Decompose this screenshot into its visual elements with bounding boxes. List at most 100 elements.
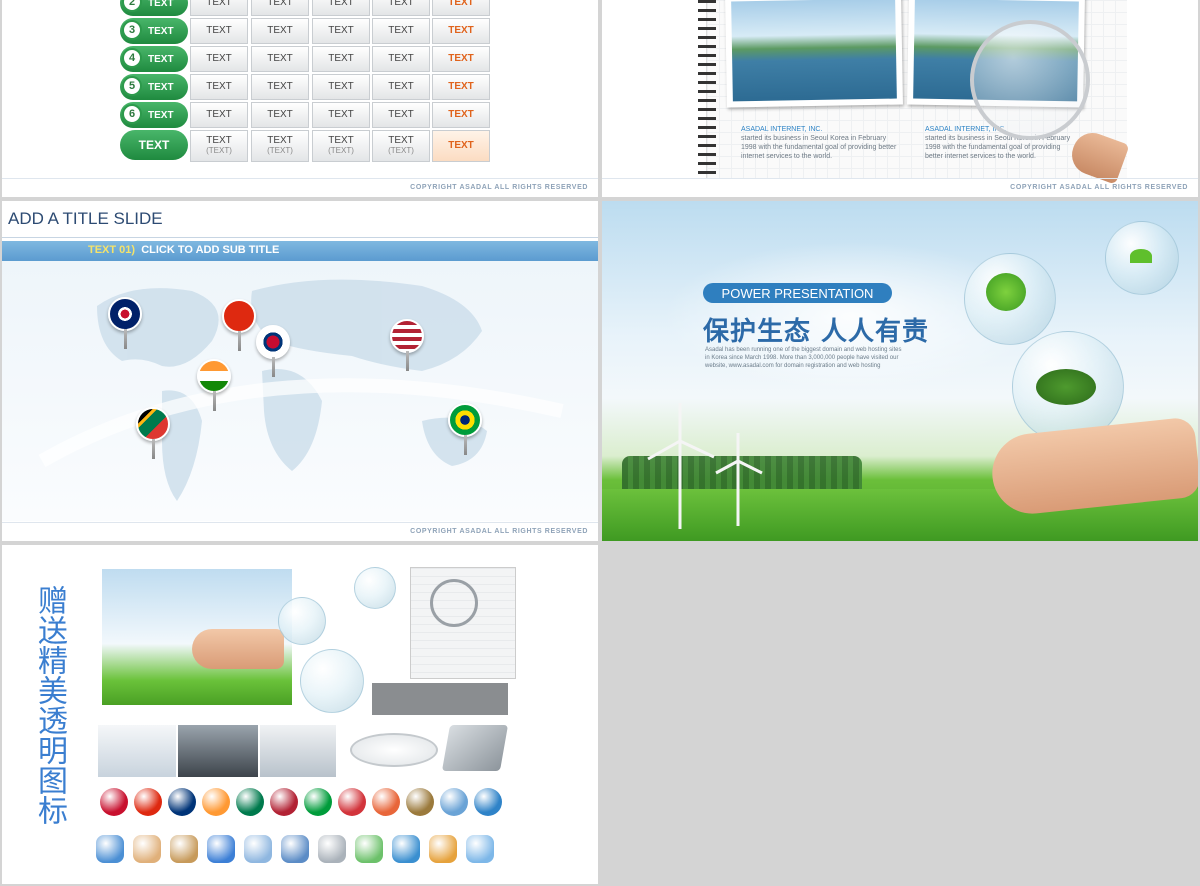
table-cell: TEXT <box>190 102 248 128</box>
copyright-text: COPYRIGHT ASADAL ALL RIGHTS RESERVED <box>410 528 588 535</box>
slide-thumbnail-5[interactable]: 赠送精美透明图标 <box>2 545 598 884</box>
office-worker-photo <box>260 725 336 777</box>
support-icon <box>96 835 124 863</box>
table-cell: TEXT <box>312 102 370 128</box>
table-cell: TEXT <box>372 74 430 100</box>
body-text: Asadal has been running one of the bigge… <box>705 347 902 369</box>
row-label: TEXT <box>148 0 174 9</box>
row-label-pill: TEXT <box>120 130 188 160</box>
footer-line <box>2 178 598 179</box>
table-cell: TEXT <box>432 74 490 100</box>
row-number: 6 <box>122 104 142 124</box>
table-cell: TEXT <box>372 0 430 16</box>
row-label-pill: 5 TEXT <box>120 74 188 100</box>
user-icon <box>133 835 161 863</box>
cell-main-text: TEXT <box>388 135 414 146</box>
table-cell: TEXT <box>432 102 490 128</box>
footer-line <box>602 178 1198 179</box>
table-cell: TEXT <box>312 18 370 44</box>
refresh-icon <box>372 788 400 816</box>
magnifier-icon <box>970 20 1090 140</box>
row-label: TEXT <box>148 53 174 65</box>
power-presentation-badge: POWER PRESENTATION <box>703 283 892 303</box>
pushpin-icon <box>338 788 366 816</box>
notebook-spiral <box>698 0 716 178</box>
tree-bubble <box>300 649 364 713</box>
slide-thumbnail-4[interactable]: POWER PRESENTATION 保护生态 人人有责 Asadal has … <box>602 201 1198 541</box>
india-flag-pin <box>197 359 231 411</box>
usa-flag-icon <box>270 788 298 816</box>
uk-flag-icon <box>100 788 128 816</box>
slide-thumbnail-1[interactable]: 2 TEXT TEXT TEXT TEXT TEXT TEXT 3 TEXT TEXT T… <box>2 0 598 197</box>
row-label-pill: 2 TEXT <box>120 0 188 16</box>
table-cell: TEXT (TEXT) <box>372 130 430 162</box>
table-cell: TEXT (TEXT) <box>251 130 309 162</box>
brazil-flag-icon <box>304 788 332 816</box>
recycle-bin-icon <box>392 835 420 863</box>
uk-flag-pin <box>108 297 142 349</box>
china-flag-pin <box>222 299 256 351</box>
users-icon <box>207 835 235 863</box>
mailbox-icon <box>474 788 502 816</box>
row-number: 3 <box>122 20 142 40</box>
table-cell: TEXT <box>251 74 309 100</box>
slide-title: ADD A TITLE SLIDE <box>8 209 163 228</box>
signpost-icon <box>406 788 434 816</box>
cell-sub-text: (TEXT) <box>206 146 232 155</box>
magnifier-icon <box>430 579 478 627</box>
table-cell: TEXT (TEXT) <box>190 130 248 162</box>
copyright-text: COPYRIGHT ASADAL ALL RIGHTS RESERVED <box>410 184 588 191</box>
handshake-photo <box>178 725 258 777</box>
south-africa-flag-pin <box>136 407 170 459</box>
monitor-icon <box>440 788 468 816</box>
footer-line <box>2 522 598 523</box>
laptop-icon <box>441 725 509 771</box>
slide-thumbnail-2[interactable]: ASADAL INTERNET, INC. started its busines… <box>602 0 1198 197</box>
table-cell: TEXT <box>251 102 309 128</box>
cell-sub-text: (TEXT) <box>388 146 414 155</box>
sprout-bubble <box>354 567 396 609</box>
cell-main-text: TEXT <box>206 135 232 146</box>
copyright-text: COPYRIGHT ASADAL ALL RIGHTS RESERVED <box>1010 184 1188 191</box>
row-number: 4 <box>122 48 142 68</box>
glass-plate-icon <box>350 733 438 767</box>
row-label-pill: 6 TEXT <box>120 102 188 128</box>
headline: 保护生态 人人有责 <box>703 317 930 347</box>
table-cell: TEXT <box>190 0 248 16</box>
table-row: 5 TEXT TEXT TEXT TEXT TEXT TEXT <box>120 74 500 100</box>
cell-sub-text: (TEXT) <box>267 146 293 155</box>
row-label: TEXT <box>148 25 174 37</box>
sprout-icon <box>1130 249 1152 263</box>
row-number: 5 <box>122 76 142 96</box>
business-people-photo <box>98 725 176 777</box>
south-africa-flag-icon <box>236 788 264 816</box>
brazil-flag-pin <box>448 403 482 455</box>
title-underline <box>2 237 598 238</box>
tree-icon <box>1036 369 1096 405</box>
table-cell: TEXT <box>251 18 309 44</box>
sprout-icon <box>986 273 1026 311</box>
table-row: 6 TEXT TEXT TEXT TEXT TEXT TEXT <box>120 102 500 128</box>
usa-flag-pin <box>390 319 424 371</box>
india-flag-icon <box>202 788 230 816</box>
sprout-bubble <box>278 597 326 645</box>
row-label-pill: 4 TEXT <box>120 46 188 72</box>
vertical-title: 赠送精美透明图标 <box>32 585 67 825</box>
china-flag-icon <box>134 788 162 816</box>
book-chart-icon <box>318 835 346 863</box>
slide-thumbnail-3[interactable]: ADD A TITLE SLIDE TEXT 01) CLICK TO ADD … <box>2 201 598 541</box>
table-cell: TEXT (TEXT) <box>312 130 370 162</box>
operator-icon <box>281 835 309 863</box>
table-cell: TEXT <box>372 18 430 44</box>
cell-main-text: TEXT <box>267 135 293 146</box>
table-cell: TEXT <box>251 46 309 72</box>
korea-flag-pin <box>256 325 290 377</box>
table-cell: TEXT <box>432 130 490 162</box>
table-cell: TEXT <box>312 46 370 72</box>
row-label: TEXT <box>148 81 174 93</box>
table-row: 3 TEXT TEXT TEXT TEXT TEXT TEXT <box>120 18 500 44</box>
table-cell: TEXT <box>372 102 430 128</box>
row-label-pill: 3 TEXT <box>120 18 188 44</box>
wind-turbine-icon <box>647 403 763 529</box>
table-cell: TEXT <box>432 0 490 16</box>
